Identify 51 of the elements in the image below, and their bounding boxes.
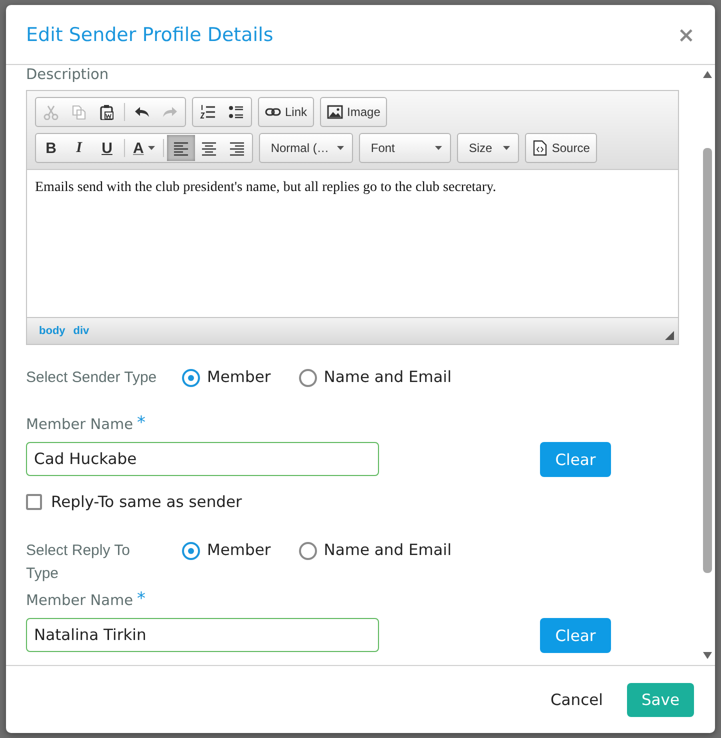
italic-button[interactable]: I (65, 135, 93, 161)
dialog-title: Edit Sender Profile Details (26, 24, 274, 46)
image-icon (327, 104, 344, 120)
field-label: Member Name (26, 416, 134, 435)
scroll-down-arrow-icon (702, 652, 712, 659)
radio-button[interactable] (182, 368, 200, 386)
member-name-field[interactable]: Natalina Tirkin (26, 618, 379, 652)
align-left-icon (172, 140, 189, 156)
image-button[interactable]: Image (322, 99, 386, 125)
text-color-button[interactable]: A (128, 135, 160, 161)
source-file-icon (532, 140, 548, 156)
bullet-list-icon (228, 104, 244, 120)
radio-button[interactable] (298, 542, 317, 560)
field-label: Member Name (26, 592, 134, 611)
radio-option[interactable]: Member (182, 366, 271, 389)
radio-button[interactable] (298, 368, 317, 386)
underline-button[interactable]: U (93, 135, 121, 161)
close-button[interactable]: × (677, 22, 695, 46)
dropdown[interactable]: Normal (… (260, 135, 351, 161)
required-mark: * (137, 591, 146, 607)
field-label: Select Sender Type (26, 368, 158, 388)
align-center-icon (200, 140, 217, 156)
radio-option[interactable]: Name and Email (298, 366, 452, 389)
radio-option[interactable]: Member (182, 539, 271, 562)
checkbox[interactable] (26, 494, 42, 510)
cancel-button[interactable]: Cancel (550, 690, 603, 708)
field-label: Description (26, 67, 110, 83)
caret-icon (502, 146, 510, 150)
clipboard-icon (99, 104, 115, 120)
scrollbar-thumb[interactable] (702, 148, 712, 573)
scroll-up-arrow-icon (702, 71, 712, 78)
caret-icon (434, 146, 442, 150)
field-label: Select Reply To Type (26, 541, 131, 584)
reply-to-checkbox-row[interactable]: Reply-To same as sender (26, 493, 701, 511)
resize-handle-icon (665, 331, 674, 340)
link-button[interactable]: Link (260, 99, 312, 125)
required-mark: * (137, 415, 146, 431)
caret-icon (336, 146, 344, 150)
scissors-icon (43, 104, 59, 120)
copy-icon (71, 104, 87, 120)
bold-button[interactable]: B (37, 135, 65, 161)
dropdown[interactable]: Font (360, 135, 449, 161)
align-left-button[interactable] (166, 135, 195, 161)
member-name-field[interactable]: Cad Huckabe (26, 442, 379, 476)
numbered-list-icon (200, 104, 216, 120)
caret-icon (148, 146, 155, 150)
source-button[interactable]: Source (526, 135, 595, 161)
radio-button[interactable] (182, 542, 200, 560)
dropdown[interactable]: Size (458, 135, 517, 161)
radio-option[interactable]: Name and Email (298, 539, 452, 562)
align-right-icon (228, 140, 245, 156)
